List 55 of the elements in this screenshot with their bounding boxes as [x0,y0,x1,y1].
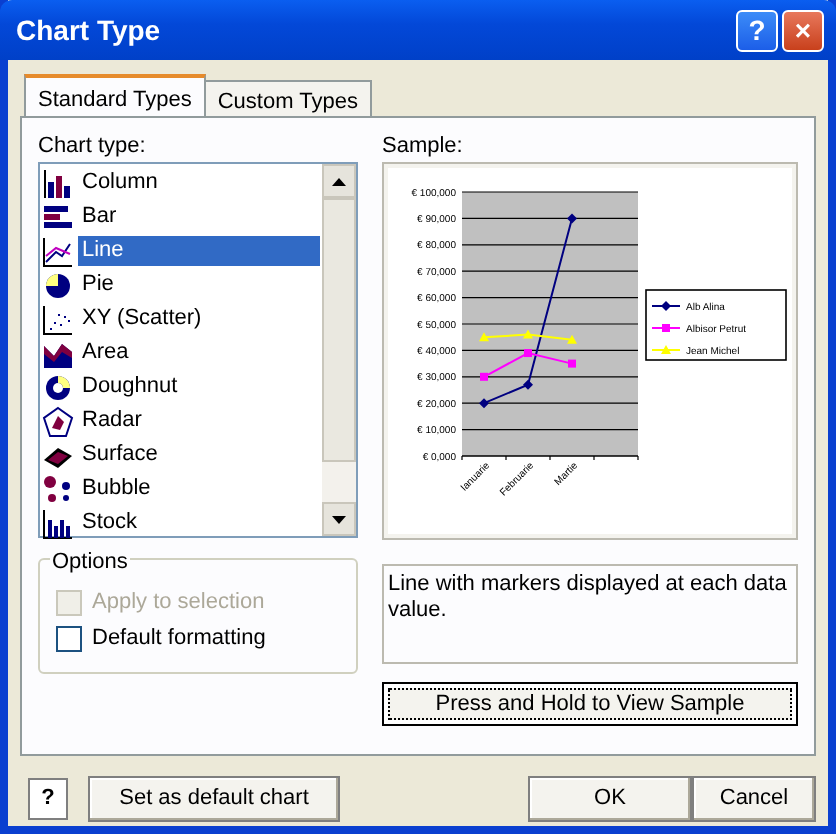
legend-key [651,301,681,311]
list-item[interactable]: Surface [78,440,162,470]
tab[interactable]: Custom Types [203,80,372,116]
checkbox-label: Default formatting [92,623,266,654]
tab[interactable]: Standard Types [24,74,206,116]
list-item[interactable]: Bar [78,202,121,232]
data-point [479,398,489,409]
default-chart-button[interactable]: Set as default chart [88,776,340,822]
pie-chart-icon [42,269,74,301]
field-label: Chart type: [38,132,148,158]
close-button[interactable]: × [782,9,824,51]
line-chart-icon [42,235,74,267]
scatter-chart-icon [42,303,74,335]
scroll-thumb[interactable] [322,198,356,462]
bar-chart-icon [42,201,74,233]
window-title: Chart Type [16,11,163,50]
legend [645,289,787,361]
bubble-chart-icon [42,473,74,505]
list-item[interactable]: Stock [78,508,142,538]
ok-button[interactable]: OK [528,776,692,822]
legend-key [651,324,681,332]
legend-key [651,345,681,354]
help-button[interactable]: ? [28,778,68,820]
field-label: Sample: [382,132,465,158]
scroll-up-button[interactable] [322,164,356,198]
data-point [568,359,576,368]
scrollbar[interactable] [322,164,356,536]
description-text: Line with markers displayed at each data value. [382,564,798,664]
list-item[interactable]: Radar [78,406,146,436]
triangle-icon [332,515,346,523]
scroll-down-button[interactable] [322,502,356,536]
preview-button[interactable]: Press and Hold to View Sample [382,682,798,726]
list-item[interactable]: Pie [78,270,118,300]
list-item[interactable]: Line [78,236,320,266]
data-point [567,334,577,344]
checkbox-label: Apply to selection [92,587,265,618]
triangle-icon [332,177,346,185]
data-point [524,349,532,358]
column-chart-icon [42,167,74,199]
data-point [523,379,533,390]
stock-chart-icon [42,507,74,539]
group-title: Options [50,546,130,579]
list-item[interactable]: Area [78,338,133,368]
list-item[interactable]: Doughnut [78,372,182,402]
list-item[interactable]: Column [78,168,162,198]
data-point [523,329,533,339]
list-item[interactable]: Bubble [78,474,155,504]
help-button[interactable]: ? [736,9,778,51]
cancel-button[interactable]: Cancel [692,776,816,822]
data-point [480,372,488,381]
data-point [479,332,489,342]
data-point [567,213,577,224]
checkbox[interactable] [56,625,82,651]
list-item[interactable]: XY (Scatter) [78,304,206,334]
radar-chart-icon [42,405,74,437]
